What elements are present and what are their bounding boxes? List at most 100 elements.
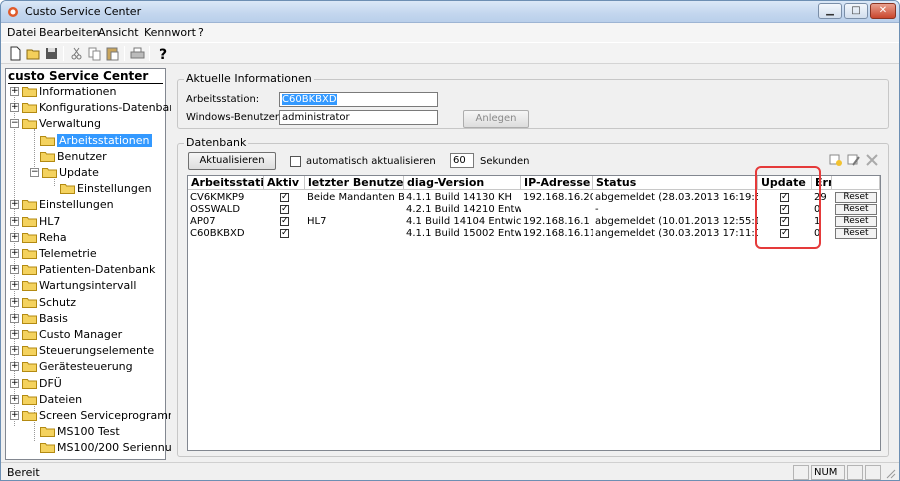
status-panel-extra bbox=[865, 465, 881, 480]
expand-icon[interactable]: + bbox=[10, 249, 19, 258]
expand-icon[interactable]: + bbox=[10, 330, 19, 339]
sidebar-item[interactable]: + Patienten-Datenbank bbox=[6, 262, 164, 277]
sidebar-item[interactable]: + Basis bbox=[6, 311, 164, 326]
collapse-icon[interactable]: − bbox=[10, 119, 19, 129]
help-icon[interactable]: ? bbox=[154, 45, 171, 62]
sidebar-item[interactable]: − Update bbox=[6, 165, 164, 180]
sidebar-item[interactable]: + Schutz bbox=[6, 295, 164, 310]
workstation-field[interactable]: C60BKBXD bbox=[279, 92, 438, 107]
active-checkbox[interactable]: ✓ bbox=[280, 217, 289, 226]
sidebar-item[interactable]: MS100/200 Seriennummer bbox=[6, 440, 204, 455]
reset-button[interactable]: Reset bbox=[835, 228, 877, 239]
sidebar-item[interactable]: + Informationen bbox=[6, 84, 164, 99]
column-header-station[interactable]: Arbeitsstation bbox=[188, 176, 264, 190]
reset-button[interactable]: Reset bbox=[835, 192, 877, 203]
column-header-user[interactable]: letzter Benutzer bbox=[305, 176, 404, 190]
expand-icon[interactable]: + bbox=[10, 265, 19, 275]
column-header-active[interactable]: Aktiv bbox=[264, 176, 305, 190]
column-header-ip[interactable]: IP-Adresse bbox=[521, 176, 593, 190]
refresh-button[interactable]: Aktualisieren bbox=[188, 152, 276, 170]
folder-icon bbox=[22, 394, 37, 405]
sidebar-item[interactable]: + Konfigurations-Datenbank bbox=[6, 100, 183, 115]
window-title: Custo Service Center bbox=[25, 5, 142, 18]
seconds-input[interactable]: 60 bbox=[450, 153, 474, 168]
reset-button[interactable]: Reset bbox=[835, 216, 877, 227]
menu-datei[interactable]: Datei bbox=[7, 26, 36, 39]
folder-icon bbox=[22, 362, 37, 373]
expand-icon[interactable]: + bbox=[10, 346, 19, 356]
minimize-button[interactable]: ▁ bbox=[818, 3, 842, 19]
sidebar-item[interactable]: Einstellungen bbox=[6, 181, 164, 196]
menu-kennwort[interactable]: Kennwort bbox=[144, 26, 196, 39]
sidebar-item[interactable]: + Dateien bbox=[6, 392, 164, 407]
sidebar-item[interactable]: Benutzer bbox=[6, 149, 164, 164]
expand-icon[interactable]: + bbox=[10, 103, 19, 113]
copy-icon[interactable] bbox=[86, 45, 103, 62]
sidebar-item[interactable]: MS100 Test bbox=[6, 424, 164, 439]
sidebar-item-label: Wartungsintervall bbox=[39, 279, 137, 293]
active-checkbox[interactable]: ✓ bbox=[280, 229, 289, 238]
sidebar-item-label: Basis bbox=[39, 311, 68, 325]
sidebar-item[interactable]: + Steuerungselemente bbox=[6, 343, 164, 358]
reset-button[interactable]: Reset bbox=[835, 204, 877, 215]
delete-record-icon[interactable] bbox=[865, 153, 879, 167]
create-button[interactable]: Anlegen bbox=[463, 110, 529, 128]
folder-icon bbox=[22, 249, 37, 259]
add-record-icon[interactable] bbox=[829, 153, 843, 167]
sidebar-item[interactable]: − Verwaltung bbox=[6, 116, 164, 131]
menu-ansicht[interactable]: Ansicht bbox=[98, 26, 139, 39]
expand-icon[interactable]: + bbox=[10, 362, 19, 372]
expand-icon[interactable]: + bbox=[10, 411, 19, 420]
sidebar-item-label: Informationen bbox=[39, 85, 117, 98]
new-icon[interactable] bbox=[7, 45, 24, 62]
print-icon[interactable] bbox=[129, 45, 146, 62]
collapse-icon[interactable]: − bbox=[30, 168, 39, 177]
cut-icon[interactable] bbox=[68, 45, 85, 62]
expand-icon[interactable]: + bbox=[10, 216, 19, 226]
auto-refresh-checkbox[interactable] bbox=[290, 156, 301, 167]
sidebar-item-label: HL7 bbox=[39, 214, 61, 228]
expand-icon[interactable]: + bbox=[10, 313, 19, 323]
main-window: Custo Service Center ▁ □ ✕ Datei Bearbei… bbox=[0, 0, 900, 481]
sidebar-item[interactable]: + DFÜ bbox=[6, 376, 164, 391]
expand-icon[interactable]: + bbox=[10, 281, 19, 291]
folder-icon bbox=[22, 265, 37, 276]
sidebar-item[interactable]: Arbeitsstationen bbox=[6, 133, 164, 148]
sidebar-item[interactable]: + Wartungsintervall bbox=[6, 278, 164, 293]
sidebar-item[interactable]: + Gerätesteuerung bbox=[6, 359, 164, 374]
sidebar-item[interactable]: + HL7 bbox=[6, 214, 164, 229]
active-checkbox[interactable]: ✓ bbox=[280, 193, 289, 202]
workstation-label: Arbeitsstation: bbox=[186, 94, 260, 105]
sidebar-item[interactable]: + Telemetrie bbox=[6, 246, 164, 261]
expand-icon[interactable]: + bbox=[10, 87, 19, 96]
sidebar-item[interactable]: + Reha bbox=[6, 230, 164, 245]
menu-bearbeiten[interactable]: Bearbeiten bbox=[39, 26, 99, 39]
sidebar-item[interactable]: + Custo Manager bbox=[6, 327, 164, 342]
open-icon[interactable] bbox=[25, 45, 42, 62]
edit-record-icon[interactable] bbox=[847, 153, 861, 167]
column-header-status[interactable]: Status bbox=[593, 176, 758, 190]
maximize-button[interactable]: □ bbox=[844, 3, 868, 19]
close-button[interactable]: ✕ bbox=[870, 3, 896, 19]
expand-icon[interactable]: + bbox=[10, 394, 19, 404]
expand-icon[interactable]: + bbox=[10, 232, 19, 242]
folder-icon bbox=[22, 346, 37, 357]
expand-icon[interactable]: + bbox=[10, 297, 19, 307]
expand-icon[interactable]: + bbox=[10, 200, 19, 210]
menu-help[interactable]: ? bbox=[198, 26, 204, 39]
save-icon[interactable] bbox=[43, 45, 60, 62]
title-bar[interactable]: Custo Service Center ▁ □ ✕ bbox=[1, 1, 899, 23]
user-field[interactable]: administrator bbox=[279, 110, 438, 125]
sidebar-item[interactable]: + Screen Serviceprogramm bbox=[6, 408, 179, 423]
folder-icon bbox=[22, 103, 37, 114]
sidebar-item[interactable]: + Einstellungen bbox=[6, 197, 164, 212]
expand-icon[interactable]: + bbox=[10, 378, 19, 388]
active-checkbox[interactable]: ✓ bbox=[280, 205, 289, 214]
cell-version: 4.2.1 Build 14210 Entwickl bbox=[406, 204, 521, 215]
resize-grip-icon[interactable] bbox=[885, 468, 896, 479]
folder-icon bbox=[22, 313, 37, 324]
paste-icon[interactable] bbox=[104, 45, 121, 62]
cell-station: CV6KMKP9 bbox=[190, 192, 245, 203]
column-header-version[interactable]: diag-Version bbox=[404, 176, 521, 190]
sidebar-item-label: DFÜ bbox=[39, 376, 62, 390]
